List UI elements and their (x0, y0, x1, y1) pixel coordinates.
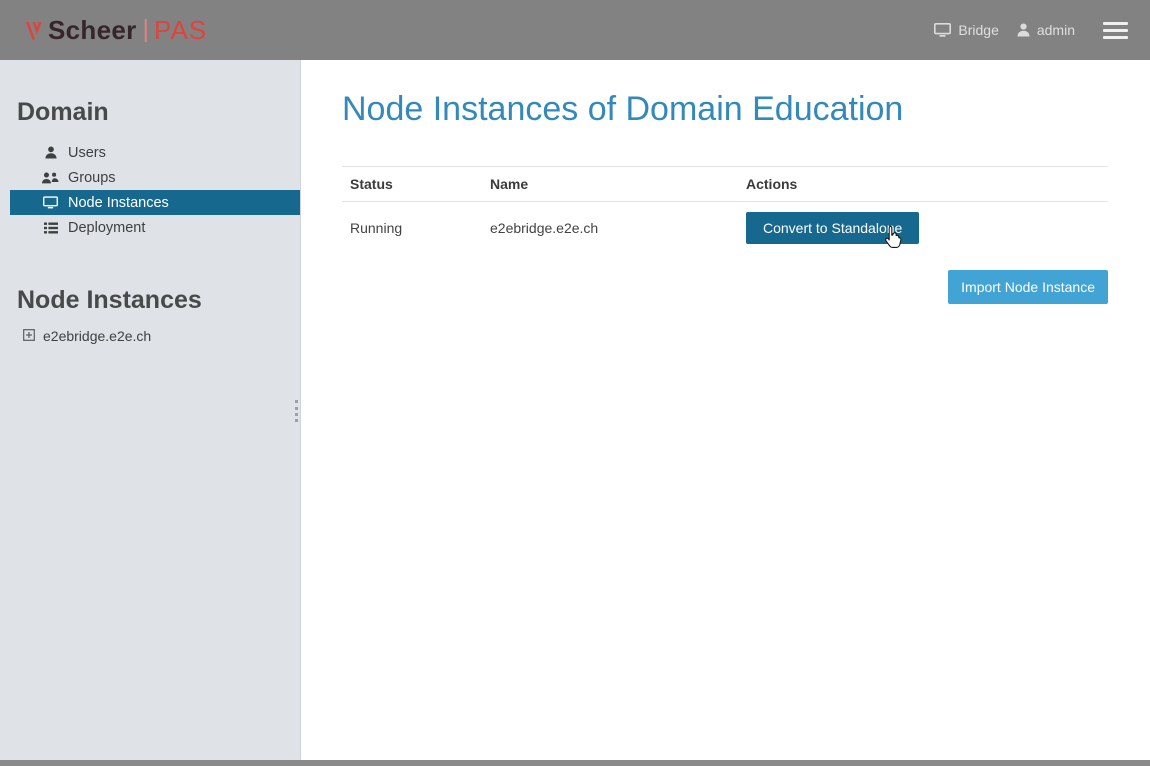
sidebar-item-node-instances[interactable]: Node Instances (10, 190, 300, 215)
main-layout: Domain Users Groups (0, 60, 1150, 760)
brand-name: Scheer (48, 15, 137, 46)
sidebar-item-label: Node Instances (68, 195, 169, 211)
top-header: Scheer | PAS Bridge admin (0, 0, 1150, 60)
import-node-instance-button[interactable]: Import Node Instance (948, 270, 1108, 304)
monitor-icon (934, 23, 951, 37)
scheer-logo-icon (24, 18, 45, 43)
name-cell: e2ebridge.e2e.ch (490, 220, 746, 236)
convert-to-standalone-button[interactable]: Convert to Standalone (746, 212, 919, 244)
sidebar-item-users[interactable]: Users (10, 140, 300, 165)
expand-plus-icon[interactable] (23, 328, 35, 344)
scheer-pas-logo: Scheer | PAS (24, 15, 207, 46)
sidebar: Domain Users Groups (0, 60, 301, 760)
table-header-row: Status Name Actions (342, 166, 1108, 202)
sidebar-item-label: Deployment (68, 220, 145, 236)
actions-cell: Convert to Standalone (746, 212, 1100, 244)
column-header-actions: Actions (746, 176, 1100, 192)
user-icon (1017, 23, 1030, 37)
user-icon (42, 146, 59, 159)
username-label: admin (1037, 22, 1075, 38)
sidebar-resize-handle[interactable] (295, 400, 300, 422)
list-icon (42, 222, 59, 234)
tree-item-label: e2ebridge.e2e.ch (43, 328, 151, 344)
sidebar-item-deployment[interactable]: Deployment (10, 215, 300, 240)
sidebar-section-node-instances-title: Node Instances (17, 286, 300, 315)
monitor-icon (42, 196, 59, 209)
column-header-name: Name (490, 176, 746, 192)
brand-divider: | (143, 15, 150, 44)
node-instances-table: Status Name Actions Running e2ebridge.e2… (342, 166, 1108, 254)
page-title: Node Instances of Domain Education (342, 90, 1108, 129)
user-menu[interactable]: admin (1017, 22, 1075, 38)
hamburger-menu-icon[interactable] (1101, 18, 1130, 43)
bridge-label: Bridge (958, 22, 998, 38)
users-icon (42, 172, 59, 184)
bridge-menu[interactable]: Bridge (934, 22, 998, 38)
tree-item-e2ebridge[interactable]: e2ebridge.e2e.ch (23, 328, 300, 344)
sidebar-item-label: Groups (68, 170, 116, 186)
main-content: Node Instances of Domain Education Statu… (301, 60, 1150, 760)
table-row: Running e2ebridge.e2e.ch Convert to Stan… (342, 202, 1108, 254)
import-button-row: Import Node Instance (342, 270, 1108, 304)
sidebar-item-groups[interactable]: Groups (10, 165, 300, 190)
sidebar-item-label: Users (68, 145, 106, 161)
sidebar-section-domain-title: Domain (17, 98, 300, 127)
status-cell: Running (350, 220, 490, 236)
header-right: Bridge admin (916, 18, 1130, 43)
brand-product: PAS (154, 15, 207, 46)
column-header-status: Status (350, 176, 490, 192)
horizontal-scrollbar[interactable] (0, 760, 1150, 766)
